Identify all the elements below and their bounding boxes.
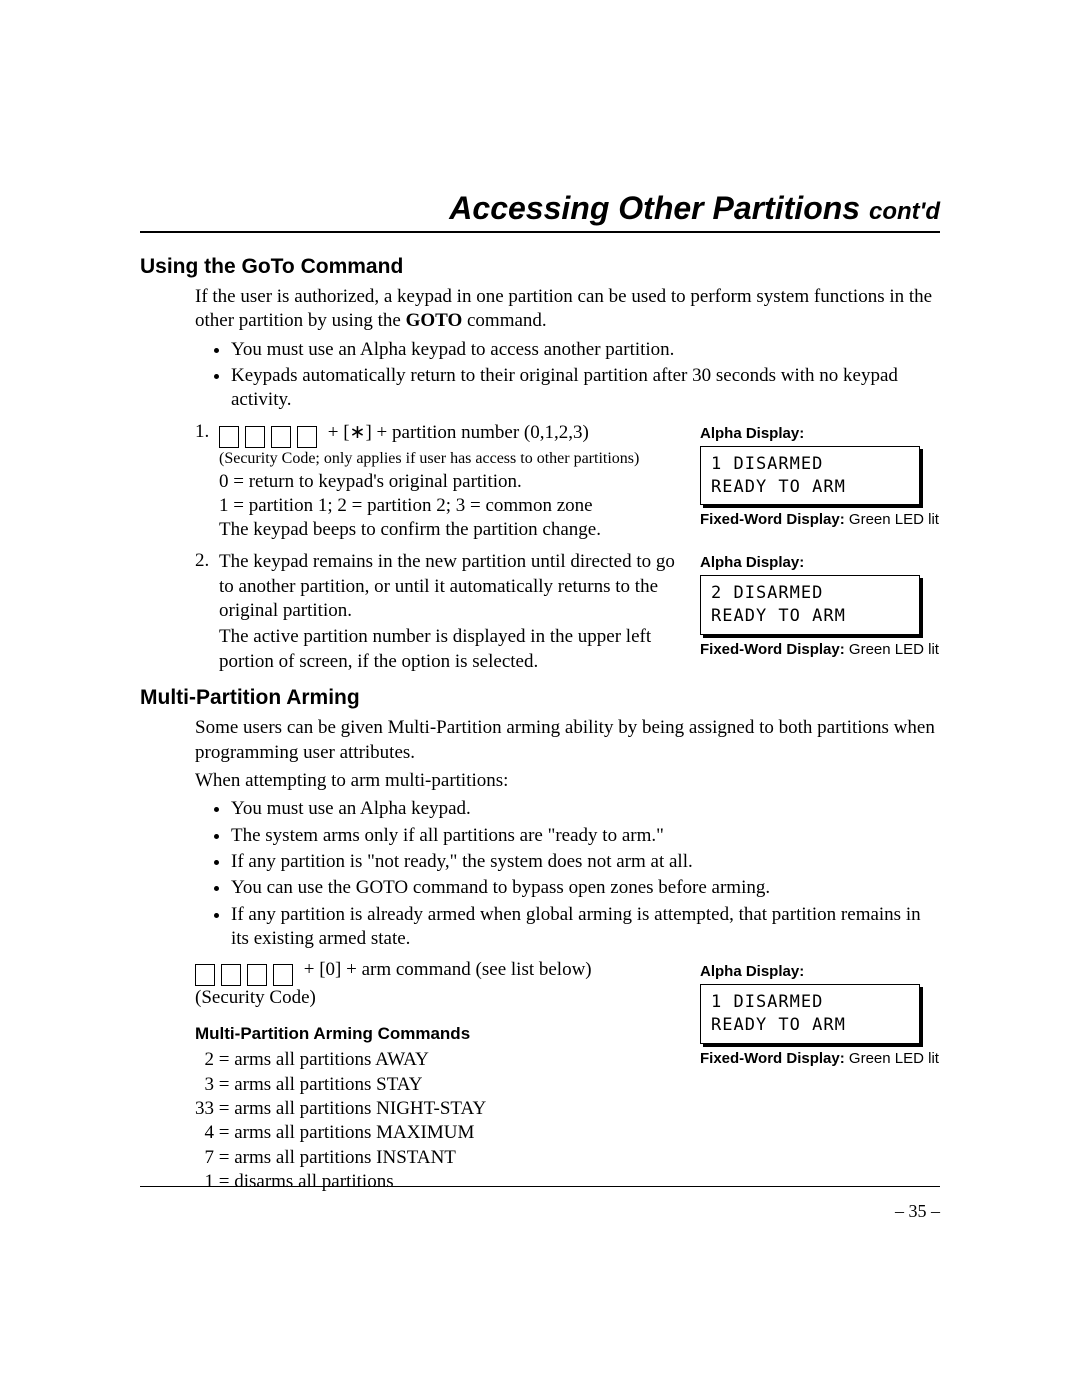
title-main: Accessing Other Partitions (449, 190, 869, 226)
cmd-row: 1 = disarms all partitions (195, 1170, 682, 1194)
step1-note: (Security Code; only applies if user has… (219, 449, 682, 470)
goto-step1-row: 1. + [∗] + partition number (0,1,2,3) (S… (195, 421, 940, 545)
section-heading-goto: Using the GoTo Command (140, 255, 940, 279)
code-digit-box (297, 426, 317, 448)
title-contd: cont'd (869, 198, 940, 225)
multi-bullet-1: You must use an Alpha keypad. (231, 797, 940, 821)
step-number: 1. (195, 421, 219, 443)
code-digit-box (195, 964, 215, 986)
fixed-word-note: Fixed-Word Display: Green LED lit (700, 1050, 940, 1067)
goto-bullet-2: Keypads automatically return to their or… (231, 364, 940, 413)
commands-heading: Multi-Partition Arming Commands (195, 1024, 682, 1044)
goto-bullets: You must use an Alpha keypad to access a… (195, 338, 940, 413)
arm-note: (Security Code) (195, 986, 682, 1011)
page-title: Accessing Other Partitions cont'd (140, 190, 940, 233)
step1-syntax: + [∗] + partition number (0,1,2,3) (323, 422, 589, 443)
step1-line-0: 0 = return to keypad's original partitio… (219, 470, 682, 494)
security-code-boxes (219, 425, 323, 449)
step2-text-a: The keypad remains in the new partition … (219, 550, 682, 623)
code-digit-box (247, 964, 267, 986)
manual-page: Accessing Other Partitions cont'd Using … (0, 0, 1080, 1397)
code-digit-box (271, 426, 291, 448)
cmd-row: 4 = arms all partitions MAXIMUM (195, 1121, 682, 1145)
goto-step2-row: 2. The keypad remains in the new partiti… (195, 550, 940, 674)
section-heading-multi: Multi-Partition Arming (140, 686, 940, 710)
section-body-multi: Some users can be given Multi-Partition … (195, 716, 940, 1194)
alpha-display-label: Alpha Display: (700, 963, 940, 980)
code-digit-box (221, 964, 241, 986)
arm-syntax: + [0] + arm command (see list below) (299, 959, 592, 980)
step-number: 2. (195, 550, 219, 572)
multi-arm-row: + [0] + arm command (see list below) (Se… (195, 959, 940, 1194)
page-number: – 35 – (895, 1201, 940, 1222)
section-body-goto: If the user is authorized, a keypad in o… (195, 285, 940, 674)
cmd-row: 2 = arms all partitions AWAY (195, 1048, 682, 1072)
commands-list: 2 = arms all partitions AWAY 3 = arms al… (195, 1048, 682, 1194)
goto-bullet-1: You must use an Alpha keypad to access a… (231, 338, 940, 362)
code-digit-box (245, 426, 265, 448)
multi-bullet-5: If any partition is already armed when g… (231, 903, 940, 952)
alpha-display-label: Alpha Display: (700, 425, 940, 442)
step1-line-2: The keypad beeps to confirm the partitio… (219, 518, 682, 542)
multi-intro-1: Some users can be given Multi-Partition … (195, 716, 940, 765)
goto-intro: If the user is authorized, a keypad in o… (195, 285, 940, 334)
multi-intro-2: When attempting to arm multi-partitions: (195, 769, 940, 793)
code-digit-box (273, 964, 293, 986)
fixed-word-note: Fixed-Word Display: Green LED lit (700, 641, 940, 658)
alpha-display-box-3: 1 DISARMED READY TO ARM (700, 984, 920, 1044)
cmd-row: 33 = arms all partitions NIGHT-STAY (195, 1097, 682, 1121)
alpha-display-label: Alpha Display: (700, 554, 940, 571)
alpha-display-box-2: 2 DISARMED READY TO ARM (700, 575, 920, 635)
step1-line-1: 1 = partition 1; 2 = partition 2; 3 = co… (219, 494, 682, 518)
code-digit-box (219, 426, 239, 448)
multi-bullet-3: If any partition is "not ready," the sys… (231, 850, 940, 874)
cmd-row: 3 = arms all partitions STAY (195, 1073, 682, 1097)
alpha-display-box-1: 1 DISARMED READY TO ARM (700, 446, 920, 506)
multi-bullets: You must use an Alpha keypad. The system… (195, 797, 940, 951)
multi-bullet-4: You can use the GOTO command to bypass o… (231, 876, 940, 900)
footer-rule (140, 1186, 940, 1187)
cmd-row: 7 = arms all partitions INSTANT (195, 1146, 682, 1170)
security-code-boxes (195, 963, 299, 986)
fixed-word-note: Fixed-Word Display: Green LED lit (700, 511, 940, 528)
step2-text-b: The active partition number is displayed… (219, 625, 682, 674)
multi-bullet-2: The system arms only if all partitions a… (231, 824, 940, 848)
